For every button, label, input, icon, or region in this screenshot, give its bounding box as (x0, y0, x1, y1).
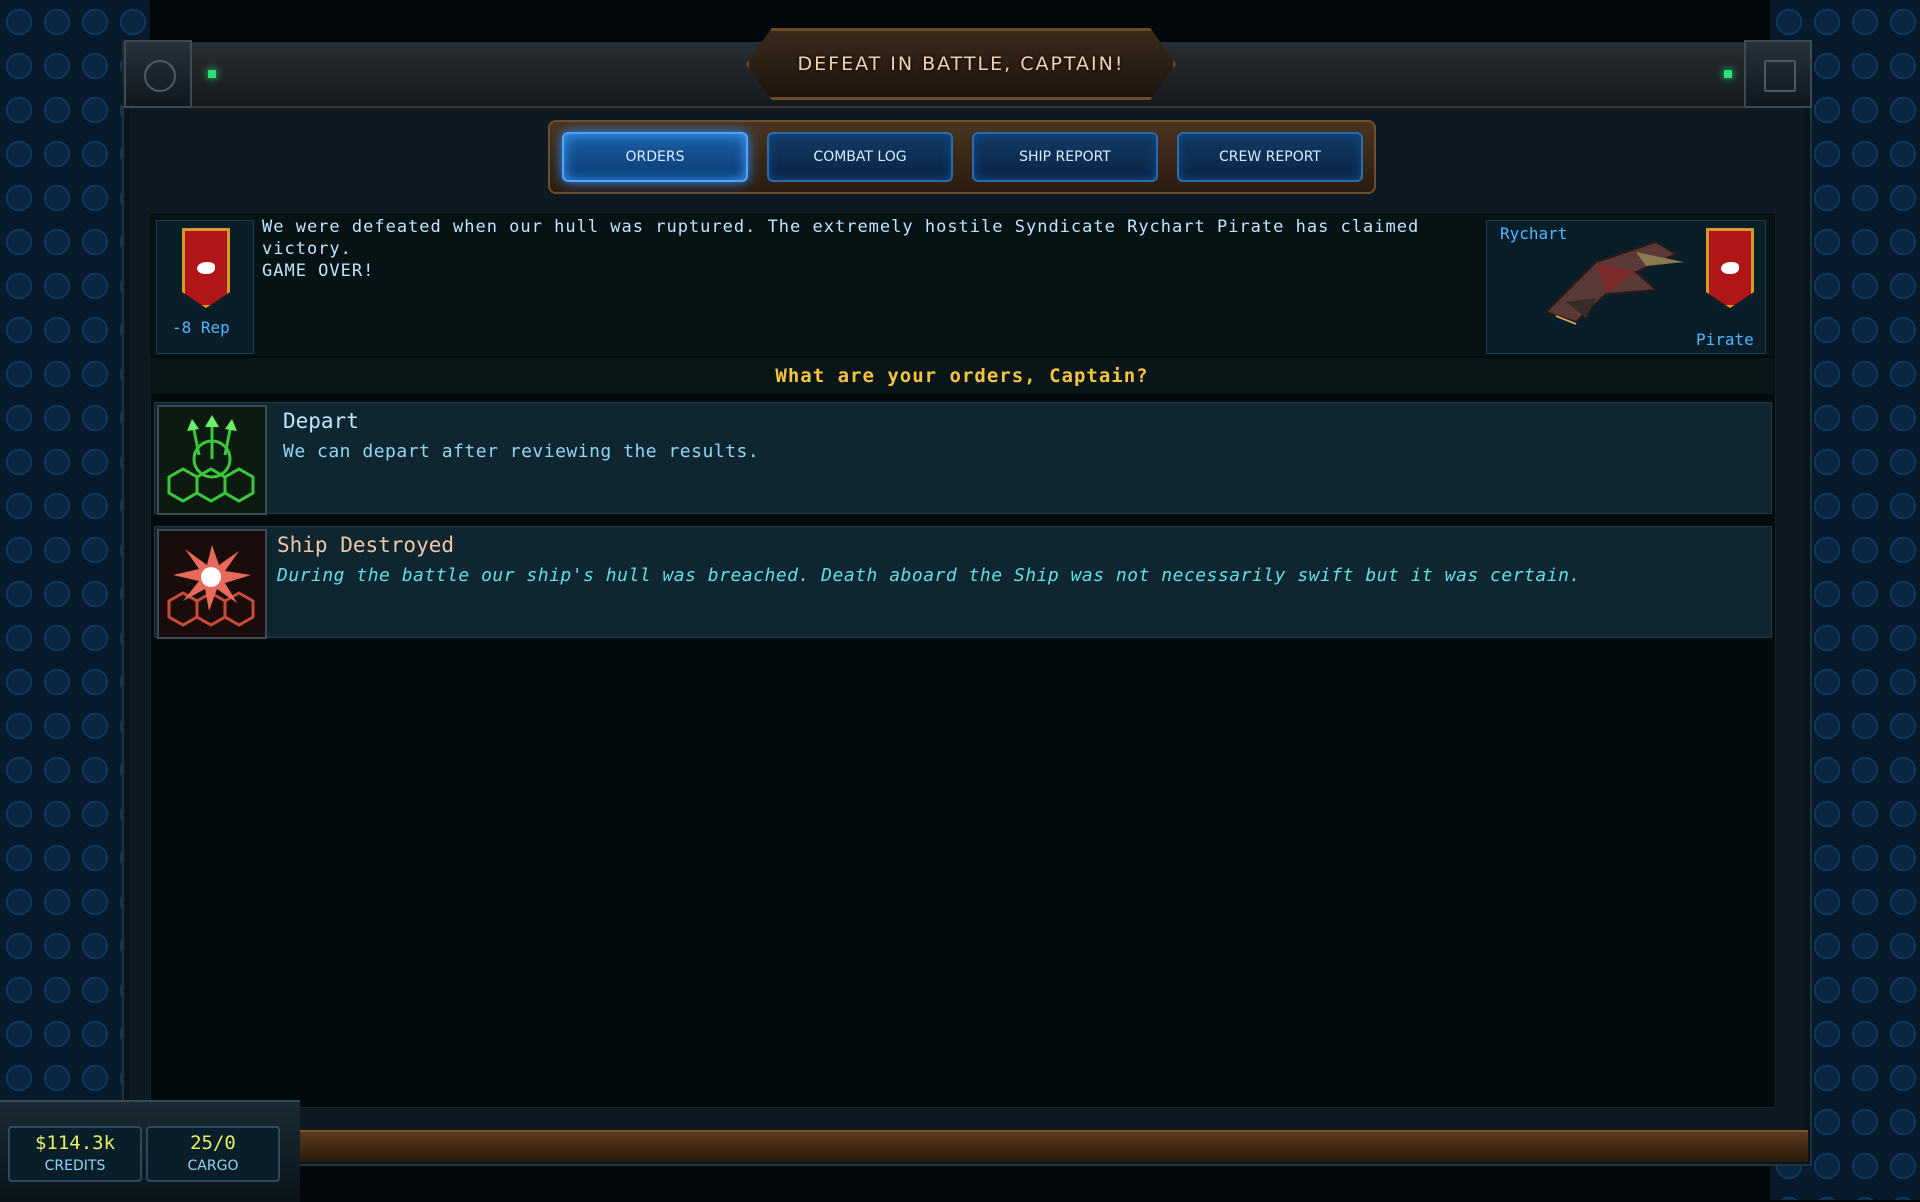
encounter-message-line1: We were defeated when our hull was ruptu… (262, 217, 1420, 259)
option-ship-destroyed[interactable]: Ship Destroyed During the battle our shi… (154, 526, 1772, 639)
explosion-icon (157, 529, 267, 639)
enemy-name: Rychart (1500, 224, 1568, 243)
tab-orders[interactable]: ORDERS (562, 132, 748, 182)
encounter-message-line2: GAME OVER! (262, 261, 375, 281)
option-title: Ship Destroyed (277, 533, 455, 557)
enemy-faction-banner-icon (1706, 228, 1754, 308)
player-faction-banner-icon (182, 228, 230, 308)
tab-bar: ORDERS COMBAT LOG SHIP REPORT CREW REPOR… (548, 120, 1376, 194)
tab-ship-report[interactable]: SHIP REPORT (972, 132, 1158, 182)
corner-bolt-left (124, 40, 216, 108)
cargo-label: CARGO (187, 1158, 239, 1174)
enemy-type: Pirate (1696, 330, 1754, 349)
encounter-message: We were defeated when our hull was ruptu… (262, 216, 1462, 282)
depart-icon (157, 405, 267, 515)
credits-value: $114.3k (34, 1132, 116, 1154)
option-description: We can depart after reviewing the result… (283, 441, 760, 462)
tab-crew-report[interactable]: CREW REPORT (1177, 132, 1363, 182)
option-title: Depart (283, 409, 359, 433)
option-depart[interactable]: Depart We can depart after reviewing the… (154, 402, 1772, 515)
corner-bolt-right (1724, 40, 1812, 108)
cargo-value: 25/0 (190, 1132, 236, 1154)
credits-display: $114.3k CREDITS (8, 1126, 142, 1182)
page-title: DEFEAT IN BATTLE, CAPTAIN! (797, 53, 1125, 75)
enemy-ship-icon (1544, 240, 1684, 325)
orders-prompt: What are your orders, Captain? (150, 358, 1774, 394)
option-description: During the battle our ship's hull was br… (277, 565, 1581, 586)
credits-label: CREDITS (44, 1158, 106, 1174)
bottom-rail (122, 1130, 1808, 1162)
title-plate: DEFEAT IN BATTLE, CAPTAIN! (746, 28, 1176, 100)
cargo-display: 25/0 CARGO (146, 1126, 280, 1182)
tab-combat-log[interactable]: COMBAT LOG (767, 132, 953, 182)
player-rep: -8 Rep (172, 318, 230, 337)
